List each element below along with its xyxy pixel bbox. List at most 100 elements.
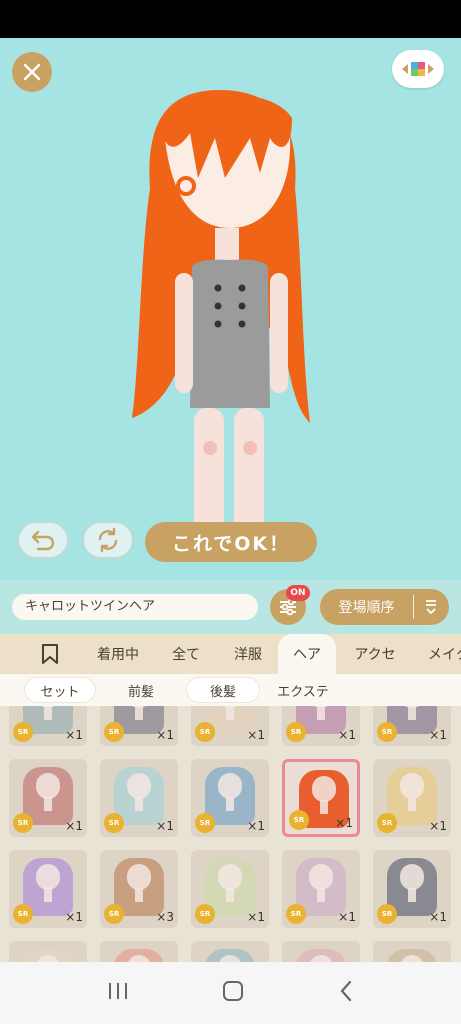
mannequin-head	[127, 864, 151, 890]
avatar-preview	[132, 90, 310, 548]
mannequin-neck	[226, 888, 234, 902]
hair-item-tile[interactable]: SR ×1	[282, 706, 360, 746]
undo-button[interactable]	[16, 520, 70, 560]
close-icon	[23, 63, 41, 81]
refresh-icon	[98, 527, 118, 553]
hair-item-tile[interactable]: SR ×1	[100, 759, 178, 837]
hair-item-tile[interactable]: SR	[9, 941, 87, 962]
tab-wearing[interactable]: 着用中	[86, 634, 150, 674]
hair-item-tile[interactable]: SR ×1	[9, 706, 87, 746]
tab-bookmark[interactable]	[30, 634, 70, 674]
rarity-badge: SR	[377, 904, 397, 924]
hair-item-tile[interactable]: SR	[282, 941, 360, 962]
tab-hair[interactable]: ヘア	[278, 634, 336, 674]
subtab-bangs[interactable]: 前髪	[105, 678, 177, 702]
hair-item-tile[interactable]: SR ×1	[100, 706, 178, 746]
hair-item-tile[interactable]: SR	[191, 941, 269, 962]
sort-order-icon[interactable]	[414, 598, 448, 616]
rarity-badge: SR	[377, 722, 397, 742]
rarity-badge: SR	[289, 810, 309, 830]
rarity-badge: SR	[195, 904, 215, 924]
mannequin-head	[312, 776, 336, 802]
mannequin-neck	[317, 706, 325, 720]
hair-item-tile[interactable]: SR ×1	[373, 850, 451, 928]
hair-item-tile[interactable]: SR ×1	[191, 706, 269, 746]
confirm-button[interactable]: これでOK！	[145, 522, 317, 562]
rarity-badge: SR	[195, 813, 215, 833]
mannequin-head	[400, 864, 424, 890]
item-count: ×1	[156, 819, 174, 833]
item-count: ×1	[247, 910, 265, 924]
sort-button[interactable]: 登場順序	[320, 589, 449, 625]
hair-item-tile[interactable]: SR ×1	[191, 759, 269, 837]
sort-label: 登場順序	[338, 600, 395, 616]
mannequin-neck	[408, 797, 416, 811]
hair-item-tile[interactable]: SR ×1	[9, 759, 87, 837]
selected-item-name: キャロットツインヘア	[12, 594, 258, 620]
mannequin-head	[400, 773, 424, 799]
item-count: ×3	[156, 910, 174, 924]
category-tabs: 着用中 全て 洋服 ヘア アクセ メイク	[0, 634, 461, 674]
mannequin-head	[218, 773, 242, 799]
rarity-badge: SR	[13, 904, 33, 924]
rarity-badge: SR	[13, 813, 33, 833]
mannequin-neck	[317, 888, 325, 902]
randomize-button[interactable]	[81, 520, 135, 560]
hair-subtabs: セット 前髪 後髪 エクステ	[0, 674, 461, 706]
home-icon	[223, 981, 244, 1001]
tab-clothes[interactable]: 洋服	[222, 634, 274, 674]
item-name-row: キャロットツインヘア ON 登場順序	[0, 580, 461, 634]
system-nav-bar	[0, 962, 461, 1024]
tab-accessories[interactable]: アクセ	[344, 634, 406, 674]
item-count: ×1	[247, 728, 265, 742]
home-button[interactable]	[222, 980, 244, 1006]
subtab-extension[interactable]: エクステ	[267, 678, 339, 702]
hair-item-tile[interactable]: SR ×1	[373, 759, 451, 837]
item-count: ×1	[156, 728, 174, 742]
filter-status-badge: ON	[286, 585, 310, 601]
undo-icon	[31, 530, 55, 551]
item-count: ×1	[429, 910, 447, 924]
tab-all[interactable]: 全て	[160, 634, 212, 674]
mannequin-neck	[44, 888, 52, 902]
mannequin-head	[127, 773, 151, 799]
back-chevron-icon	[341, 980, 352, 1002]
rarity-badge: SR	[286, 904, 306, 924]
rarity-badge: SR	[13, 722, 33, 742]
item-count: ×1	[65, 728, 83, 742]
tab-makeup[interactable]: メイク	[414, 634, 461, 674]
view-toggle-button[interactable]	[392, 50, 444, 88]
mannequin-neck	[135, 797, 143, 811]
hair-item-tile[interactable]: SR ×1	[373, 706, 451, 746]
item-count: ×1	[338, 728, 356, 742]
hair-item-tile[interactable]: SR	[373, 941, 451, 962]
hair-item-tile[interactable]: SR ×1	[9, 850, 87, 928]
mannequin-neck	[135, 888, 143, 902]
item-count: ×1	[65, 910, 83, 924]
hair-item-tile[interactable]: SR ×1	[282, 759, 360, 837]
back-button[interactable]	[338, 980, 354, 1006]
item-count: ×1	[247, 819, 265, 833]
recent-apps-icon	[108, 983, 127, 999]
subtab-back-hair[interactable]: 後髪	[187, 678, 259, 702]
mannequin-head	[36, 773, 60, 799]
mannequin-neck	[408, 706, 416, 720]
rarity-badge: SR	[377, 813, 397, 833]
hair-item-tile[interactable]: SR ×1	[191, 850, 269, 928]
rarity-badge: SR	[286, 722, 306, 742]
item-count: ×1	[429, 819, 447, 833]
hair-item-tile[interactable]: SR ×3	[100, 850, 178, 928]
subtab-set[interactable]: セット	[25, 678, 95, 702]
mannequin-neck	[226, 797, 234, 811]
item-count: ×1	[65, 819, 83, 833]
hair-item-tile[interactable]: SR ×1	[282, 850, 360, 928]
mannequin-neck	[135, 706, 143, 720]
hair-item-tile[interactable]: SR	[100, 941, 178, 962]
close-button[interactable]	[12, 52, 52, 92]
color-blocks-icon	[402, 62, 434, 76]
avatar-stage: これでOK！	[0, 38, 461, 580]
recent-apps-button[interactable]	[107, 981, 129, 1005]
bookmark-icon	[42, 644, 58, 664]
mannequin-neck	[408, 888, 416, 902]
mannequin-neck	[226, 706, 234, 720]
